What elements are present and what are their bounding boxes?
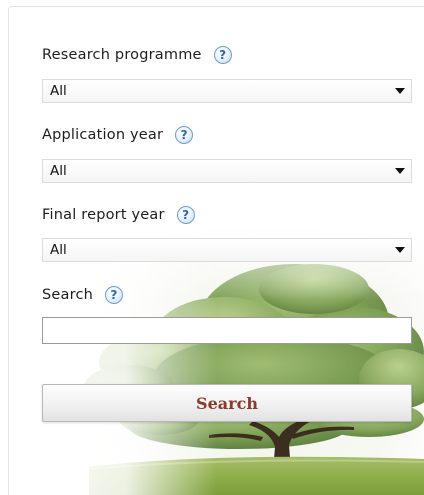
chevron-down-icon [395, 168, 405, 174]
application-year-help-icon[interactable]: ? [175, 126, 194, 144]
chevron-down-icon [395, 247, 405, 253]
search-form: Research programme ? All Application yea… [9, 7, 424, 495]
final-report-year-select[interactable]: All [42, 238, 412, 262]
search-label: Search ? [42, 284, 124, 306]
search-button[interactable]: Search [42, 384, 412, 422]
research-programme-label: Research programme ? [42, 44, 232, 66]
chevron-down-icon [395, 88, 405, 94]
search-label-text: Search [42, 287, 94, 303]
final-report-year-help-icon[interactable]: ? [176, 206, 195, 224]
research-programme-select[interactable]: All [42, 79, 412, 103]
application-year-select[interactable]: All [42, 159, 412, 183]
search-panel: Research programme ? All Application yea… [8, 6, 424, 495]
search-help-icon[interactable]: ? [105, 286, 124, 304]
search-input[interactable] [42, 317, 412, 344]
research-programme-selected-value: All [50, 83, 67, 99]
final-report-year-label: Final report year ? [42, 204, 195, 226]
final-report-year-selected-value: All [50, 242, 67, 258]
research-programme-help-icon[interactable]: ? [213, 46, 232, 64]
application-year-label-text: Application year [42, 127, 164, 143]
application-year-label: Application year ? [42, 124, 194, 146]
application-year-selected-value: All [50, 163, 67, 179]
final-report-year-label-text: Final report year [42, 207, 165, 223]
research-programme-label-text: Research programme [42, 47, 202, 63]
